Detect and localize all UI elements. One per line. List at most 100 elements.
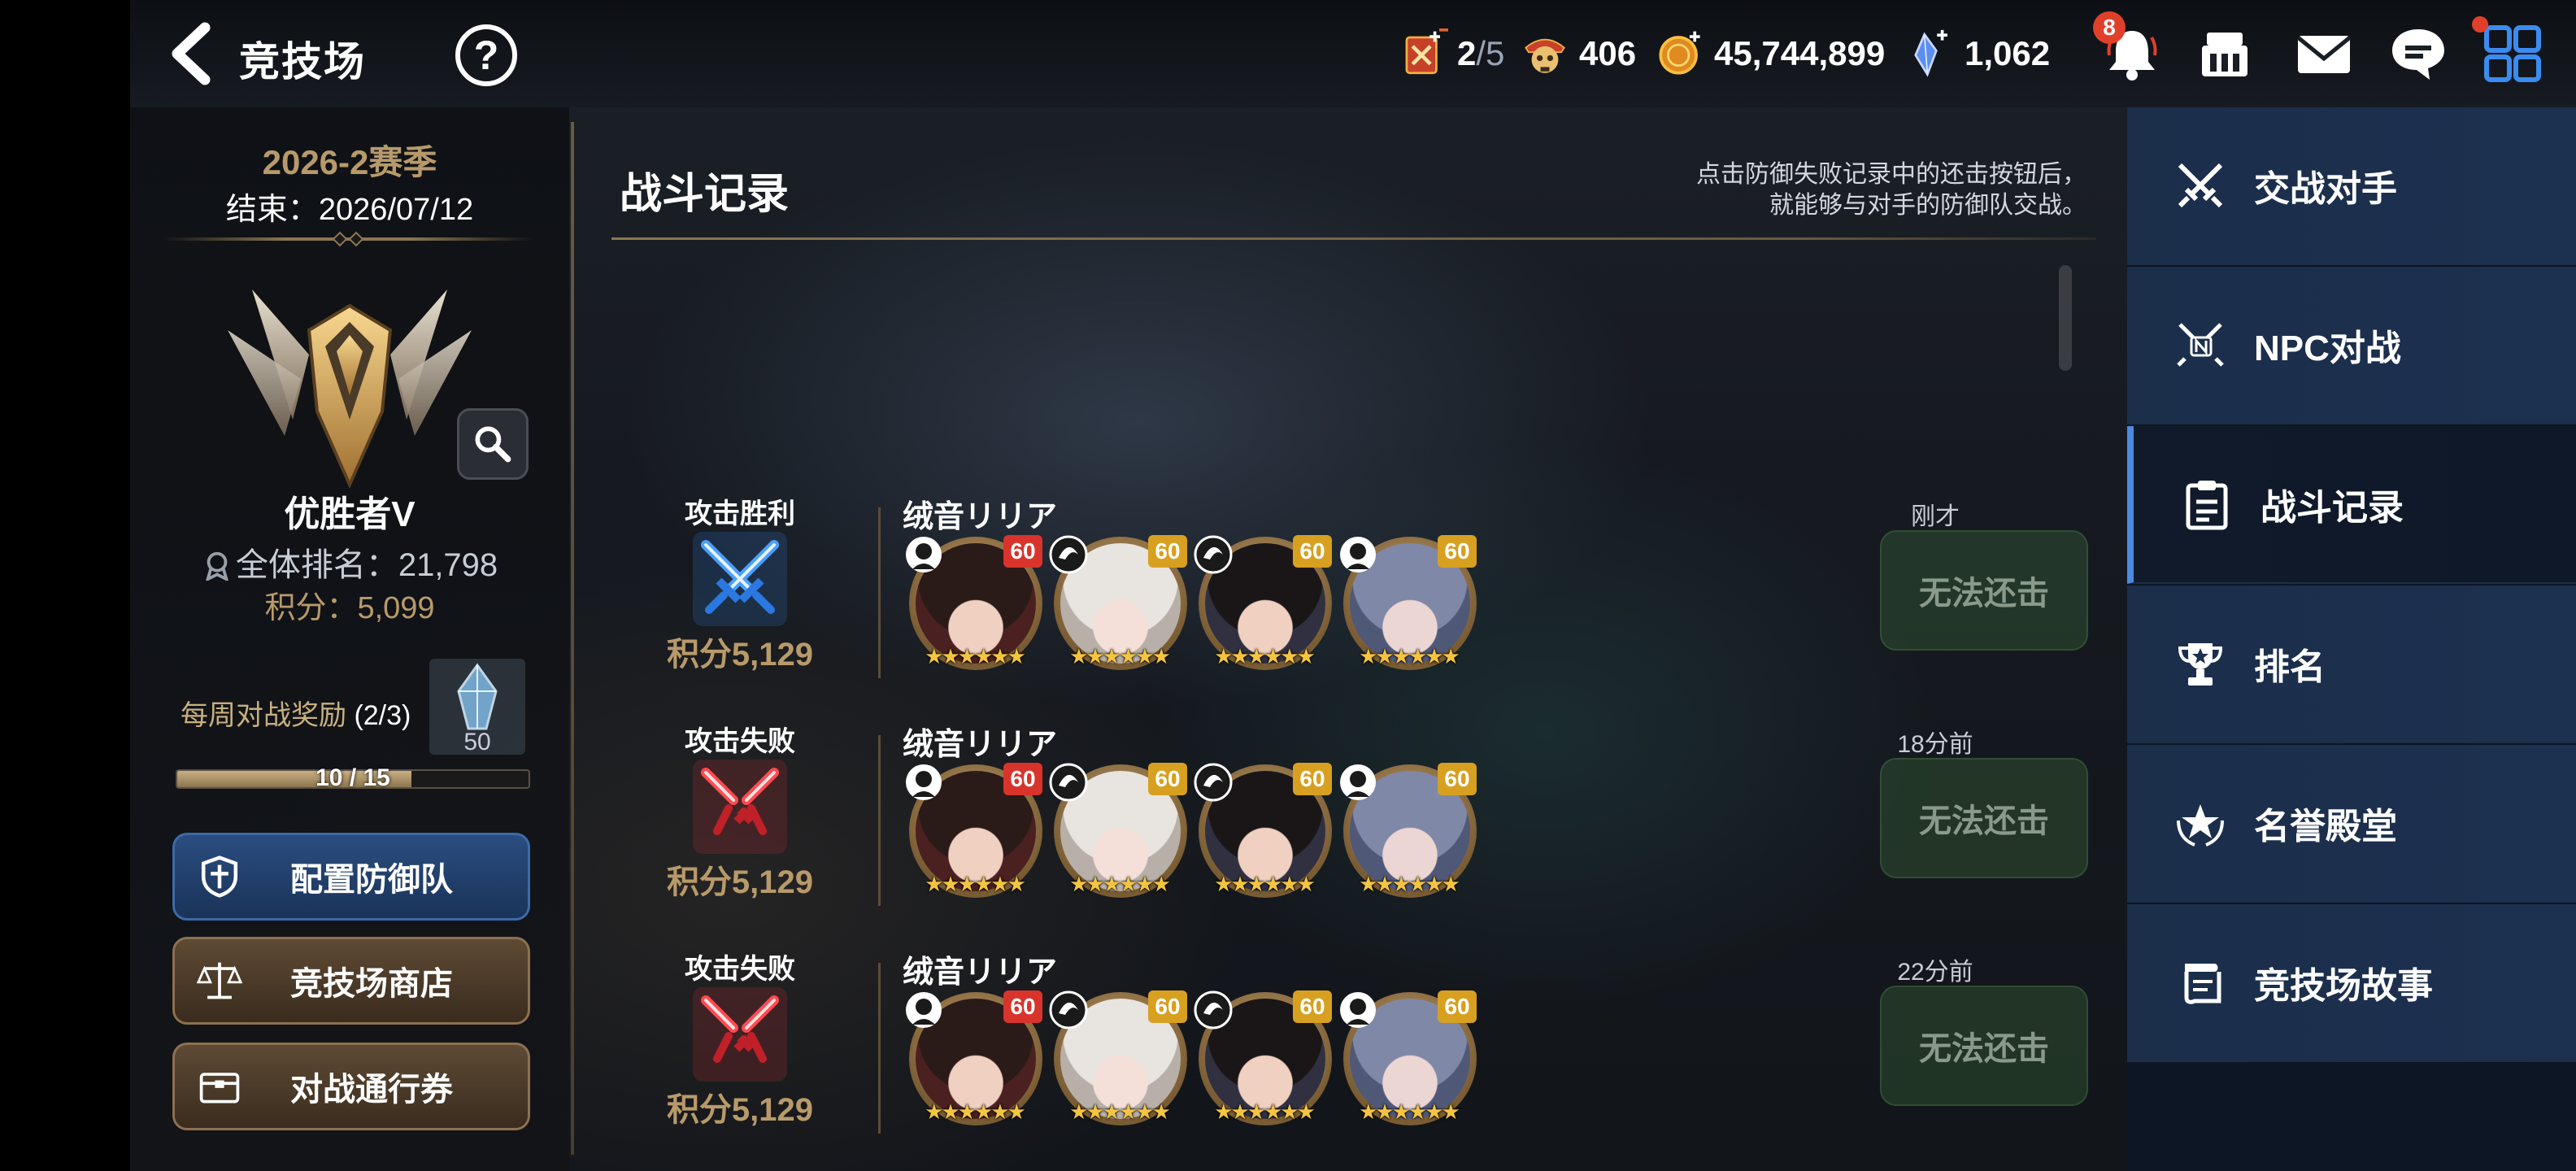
laurel-star-icon xyxy=(2152,745,2249,901)
nav-item-label: 交战对手 xyxy=(2254,169,2397,209)
page-title: 竞技场 xyxy=(239,39,366,85)
light-element-icon xyxy=(903,761,945,803)
hero-portrait[interactable]: 60 ★★★★★★ xyxy=(1047,758,1187,898)
hint-line-1: 点击防御失败记录中的还击按钮后， xyxy=(1696,161,2086,188)
dark-element-icon xyxy=(1047,533,1090,576)
battle-pass-button[interactable]: 对战通行券 xyxy=(172,1043,530,1130)
counterattack-button[interactable]: 无法还击 xyxy=(1880,758,2088,878)
battle-time: 刚才 xyxy=(1911,503,1960,530)
nav-item-5[interactable]: 名誉殿堂 xyxy=(2127,745,2576,903)
hero-portrait[interactable]: 60 ★★★★★★ xyxy=(903,758,1042,898)
hero-portrait[interactable]: 60 ★★★★★★ xyxy=(1047,530,1187,670)
ticket-resource[interactable]: 2/5 xyxy=(1395,23,1504,85)
hero-portrait[interactable]: 60 ★★★★★★ xyxy=(1337,758,1477,898)
hero-level: 60 xyxy=(1148,763,1187,795)
hero-portrait[interactable]: 60 ★★★★★★ xyxy=(1337,986,1477,1125)
scroll-icon xyxy=(2152,904,2249,1060)
scrollbar[interactable] xyxy=(2059,265,2072,371)
counterattack-button[interactable]: 无法还击 xyxy=(1880,530,2088,651)
grid-menu-icon xyxy=(2484,25,2541,82)
trophy-icon xyxy=(2152,586,2249,742)
nav-item-1[interactable]: 交战对手 xyxy=(2127,107,2576,265)
guild-building-icon xyxy=(2202,33,2247,76)
nav-item-4[interactable]: 排名 xyxy=(2127,586,2576,743)
notification-badge: 8 xyxy=(2093,11,2126,44)
hero-level: 60 xyxy=(1003,535,1042,568)
defeat-swords-icon xyxy=(693,987,787,1082)
chat-button[interactable] xyxy=(2386,21,2451,86)
nav-item-2[interactable]: NPC对战 xyxy=(2127,267,2576,424)
battle-record-row: 攻击失败 积分5,129 绒音リリア 22分前 无法还击 60 ★★★★★★ 60 ★★★★★★… xyxy=(618,947,2098,1171)
back-button[interactable] xyxy=(163,21,220,86)
star-rating-icon: ★★★★★★ xyxy=(925,872,1026,896)
light-element-icon xyxy=(903,989,945,1031)
hero-portrait[interactable]: 60 ★★★★★★ xyxy=(1047,986,1187,1125)
rank-info-button[interactable] xyxy=(457,408,529,480)
season-end-date: 结束：2026/07/12 xyxy=(225,193,474,227)
title-divider xyxy=(611,237,2096,240)
hero-portrait[interactable]: 60 ★★★★★★ xyxy=(1337,530,1477,670)
crystal-icon xyxy=(1903,26,1958,81)
hero-level: 60 xyxy=(1293,535,1332,568)
hint-line-2: 就能够与对手的防御队交战。 xyxy=(1769,192,2086,219)
crystal-resource[interactable]: 1,062 xyxy=(1903,23,2050,85)
hero-level: 60 xyxy=(1148,535,1187,568)
gold-resource[interactable]: 45,744,899 xyxy=(1652,23,1885,85)
defeat-swords-icon xyxy=(693,760,787,854)
battle-result-label: 攻击失败 xyxy=(685,954,795,985)
star-rating-icon: ★★★★★★ xyxy=(925,1099,1026,1124)
mail-button[interactable] xyxy=(2291,21,2356,86)
ticket-max: /5 xyxy=(1476,34,1505,72)
battle-pass-label: 对战通行券 xyxy=(290,1072,453,1108)
arena-shop-button[interactable]: 竞技场商店 xyxy=(172,937,530,1025)
rank-emblem-icon xyxy=(228,289,472,489)
arena-points-resource: 406 xyxy=(1517,23,1636,85)
hero-level: 60 xyxy=(1438,763,1477,795)
weekly-reward-qty: 50 xyxy=(463,729,491,755)
main-menu-button[interactable] xyxy=(2480,21,2545,86)
mail-icon xyxy=(2296,36,2352,73)
hero-portrait[interactable]: 60 ★★★★★★ xyxy=(1192,530,1332,670)
nav-item-6[interactable]: 竞技场故事 xyxy=(2127,904,2576,1062)
hero-portrait[interactable]: 60 ★★★★★★ xyxy=(903,530,1042,670)
hero-portrait[interactable]: 60 ★★★★★★ xyxy=(903,986,1042,1125)
opponent-name: 绒音リリア xyxy=(903,500,1058,534)
crossed-swords-icon xyxy=(2152,107,2249,263)
star-rating-icon: ★★★★★★ xyxy=(1214,872,1316,896)
nav-item-label: 战斗记录 xyxy=(2261,488,2404,528)
configure-defense-button[interactable]: 配置防御队 xyxy=(172,833,530,921)
battle-result-label: 攻击胜利 xyxy=(685,498,795,529)
star-rating-icon: ★★★★★★ xyxy=(1069,644,1171,668)
opponent-name: 绒音リリア xyxy=(903,956,1058,990)
left-letterbox xyxy=(0,0,130,1171)
magnifier-icon xyxy=(475,426,511,463)
hero-level: 60 xyxy=(1293,763,1332,795)
arena-shop-label: 竞技场商店 xyxy=(290,966,453,1002)
star-rating-icon: ★★★★★★ xyxy=(1359,644,1460,668)
record-divider xyxy=(878,735,881,906)
record-divider xyxy=(878,507,881,678)
guild-button[interactable] xyxy=(2192,21,2257,86)
chat-bubble-icon xyxy=(2392,29,2444,80)
arena-ticket-icon xyxy=(1395,26,1451,81)
battle-result-label: 攻击失败 xyxy=(685,726,795,757)
chevron-left-icon xyxy=(172,22,211,85)
hero-portrait[interactable]: 60 ★★★★★★ xyxy=(1192,986,1332,1125)
nav-item-label: 排名 xyxy=(2254,647,2326,687)
star-rating-icon: ★★★★★★ xyxy=(1359,872,1460,896)
help-icon[interactable]: ? xyxy=(455,24,517,86)
nav-item-3[interactable]: 战斗记录 xyxy=(2127,426,2576,584)
configure-defense-label: 配置防御队 xyxy=(290,862,453,898)
dark-element-icon xyxy=(1192,533,1234,576)
hero-portrait[interactable]: 60 ★★★★★★ xyxy=(1192,758,1332,898)
nav-item-label: NPC对战 xyxy=(2254,329,2401,368)
battle-time: 22分前 xyxy=(1897,959,1973,986)
star-rating-icon: ★★★★★★ xyxy=(925,644,1026,668)
counterattack-button[interactable]: 无法还击 xyxy=(1880,986,2088,1106)
battle-record-row: 攻击胜利 积分5,129 绒音リリア 刚才 无法还击 60 ★★★★★★ 60 ★★★★★★ 60… xyxy=(618,491,2098,719)
star-rating-icon: ★★★★★★ xyxy=(1069,1099,1171,1124)
light-element-icon xyxy=(903,533,945,576)
record-divider xyxy=(878,963,881,1134)
hero-level: 60 xyxy=(1003,763,1042,795)
star-rating-icon: ★★★★★★ xyxy=(1214,644,1316,668)
